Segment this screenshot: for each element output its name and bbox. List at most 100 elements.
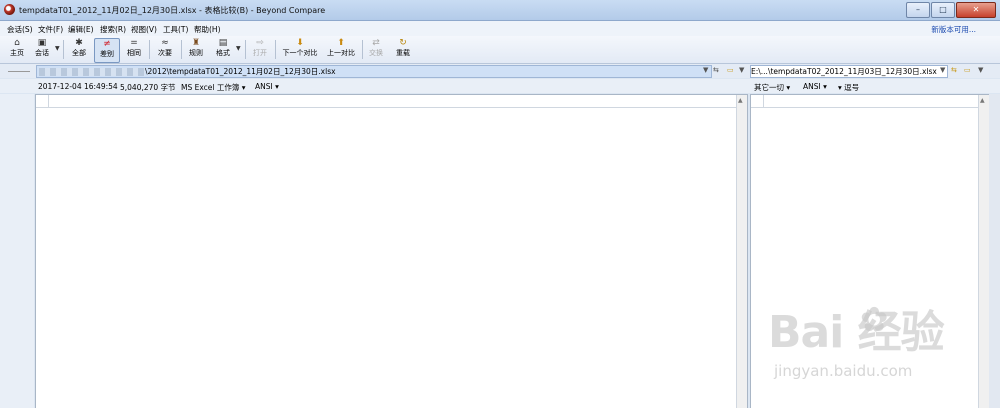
right-folder-icon[interactable]: ▭ [964,66,971,74]
swap-label: 交换 [369,49,383,57]
close-button[interactable]: ✕ [956,2,996,18]
open-label: 打开 [253,49,267,57]
left-encoding-dropdown[interactable]: ANSI ▾ [255,82,279,91]
home-icon: ⌂ [14,38,20,48]
chevron-down-icon: ▾ [275,82,279,91]
toolbar-separator [181,40,182,59]
prev-diff-button[interactable]: ⬆ 上一对比 [325,38,357,61]
rules-button[interactable]: ♜ 规则 [185,38,207,61]
swap-button[interactable]: ⇄ 交换 [366,38,386,61]
toolbar-separator [149,40,150,59]
next-diff-button[interactable]: ⬇ 下一个对比 [280,38,320,61]
window-right-edge [989,94,1000,408]
asterisk-icon: ✱ [75,38,83,48]
right-other-dropdown[interactable]: 其它一切 ▾ [754,82,790,93]
right-folder-dropdown-icon[interactable]: ▼ [978,66,983,74]
chevron-down-icon: ▾ [823,82,827,91]
left-grid-pane[interactable]: ▲ [35,94,748,408]
right-grid-pane[interactable]: ▲ [750,94,990,408]
left-gutter [0,94,34,408]
all-label: 全部 [72,49,86,57]
session-label: 会话 [35,49,49,57]
maximize-button[interactable]: □ [931,2,955,18]
app-icon [4,4,15,15]
left-timestamp: 2017-12-04 16:49:54 [38,82,118,91]
home-label: 主页 [10,49,24,57]
right-vertical-scrollbar[interactable]: ▲ [978,95,989,408]
reload-icon: ↻ [399,38,407,48]
equal-icon: = [130,38,138,48]
menu-file[interactable]: 文件(F) [38,24,63,35]
open-button[interactable]: ⇨ 打开 [250,38,270,61]
toolbar: ⌂ 主页 ▣ 会话 ▼ ✱ 全部 ≠ 差别 = 相同 ≈ 次要 ♜ 规则 ▤ 格… [0,36,1000,64]
toolbar-separator [275,40,276,59]
left-path-text: \2012\tempdataT01_2012_11月02日_12月30日.xls… [145,67,336,76]
reload-label: 重载 [396,49,410,57]
chevron-down-icon: ▾ [786,83,791,92]
menu-session[interactable]: 会话(S) [7,24,33,35]
show-same-button[interactable]: = 相同 [123,38,145,61]
left-size: 5,040,270 字节 [120,83,176,92]
window-title: tempdataT01_2012_11月02日_12月30日.xlsx - 表格… [19,6,326,15]
toolbar-separator [362,40,363,59]
show-diff-button[interactable]: ≠ 差别 [94,38,120,63]
session-dropdown-icon[interactable]: ▼ [55,45,60,52]
left-vertical-scrollbar[interactable]: ▲ [736,95,747,408]
diff-label: 差别 [100,50,114,58]
chevron-down-icon: ▾ [838,83,842,92]
arrow-up-icon: ⬆ [337,38,345,48]
right-delimiter-dropdown[interactable]: ▾ 逗号 [838,82,859,93]
left-path-dropdown-icon[interactable]: ▼ [703,66,708,74]
home-button[interactable]: ⌂ 主页 [7,38,27,61]
next-diff-label: 下一个对比 [282,49,318,57]
format-icon: ▤ [218,38,228,48]
new-version-link[interactable]: 新版本可用... [931,24,976,35]
menu-view[interactable]: 视图(V) [131,24,157,35]
scroll-up-icon[interactable]: ▲ [738,97,743,104]
left-folder-icon[interactable]: ▭ [727,66,734,74]
left-folder-dropdown-icon[interactable]: ▼ [739,66,744,74]
minimize-button[interactable]: – [906,2,930,18]
scroll-up-icon[interactable]: ▲ [980,97,985,104]
left-format-dropdown[interactable]: MS Excel 工作簿 ▾ [181,82,246,93]
menu-help[interactable]: 帮助(H) [194,24,221,35]
format-dropdown-icon[interactable]: ▼ [236,45,241,52]
left-format-text: MS Excel 工作簿 [181,83,240,92]
approx-icon: ≈ [161,38,169,48]
window-controls: – □ ✕ [906,2,996,18]
right-path-dropdown-icon[interactable]: ▼ [940,66,945,74]
menu-bar: 会话(S) 文件(F) 编辑(E) 搜索(R) 视图(V) 工具(T) 帮助(H… [0,21,1000,36]
right-encoding-text: ANSI [803,82,821,91]
referee-icon: ♜ [191,38,201,48]
right-grid-header [751,95,989,108]
info-bar: 2017-12-04 16:49:54 5,040,270 字节 MS Exce… [0,79,1000,93]
right-path-text: E:\...\tempdataT02_2012_11月03日_12月30日.xl… [751,67,937,76]
arrow-down-icon: ⬇ [296,38,304,48]
left-grid-header [36,95,747,108]
redacted-path-segment [39,68,145,76]
format-label: 格式 [216,49,230,57]
header-divider [48,95,49,107]
right-other-text: 其它一切 [754,83,784,92]
rules-label: 规则 [189,49,203,57]
menu-edit[interactable]: 编辑(E) [68,24,94,35]
left-path-input[interactable]: \2012\tempdataT01_2012_11月02日_12月30日.xls… [36,65,712,78]
menu-tools[interactable]: 工具(T) [163,24,188,35]
open-arrow-icon: ⇨ [256,38,264,48]
left-path-history-icon[interactable]: ⇆ [713,66,719,74]
minor-label: 次要 [158,49,172,57]
toolbar-separator [245,40,246,59]
right-path-input[interactable]: E:\...\tempdataT02_2012_11月03日_12月30日.xl… [750,65,948,78]
format-button[interactable]: ▤ 格式 [212,38,234,61]
swap-icon: ⇄ [372,38,380,48]
minor-button[interactable]: ≈ 次要 [154,38,176,61]
reload-button[interactable]: ↻ 重载 [392,38,414,61]
right-encoding-dropdown[interactable]: ANSI ▾ [803,82,827,91]
right-path-history-icon[interactable]: ⇆ [951,66,957,74]
show-all-button[interactable]: ✱ 全部 [68,38,90,61]
not-equal-icon: ≠ [103,39,111,49]
same-label: 相同 [127,49,141,57]
session-button[interactable]: ▣ 会话 [31,38,53,61]
application-window: tempdataT01_2012_11月02日_12月30日.xlsx - 表格… [0,0,1000,408]
menu-search[interactable]: 搜索(R) [100,24,126,35]
